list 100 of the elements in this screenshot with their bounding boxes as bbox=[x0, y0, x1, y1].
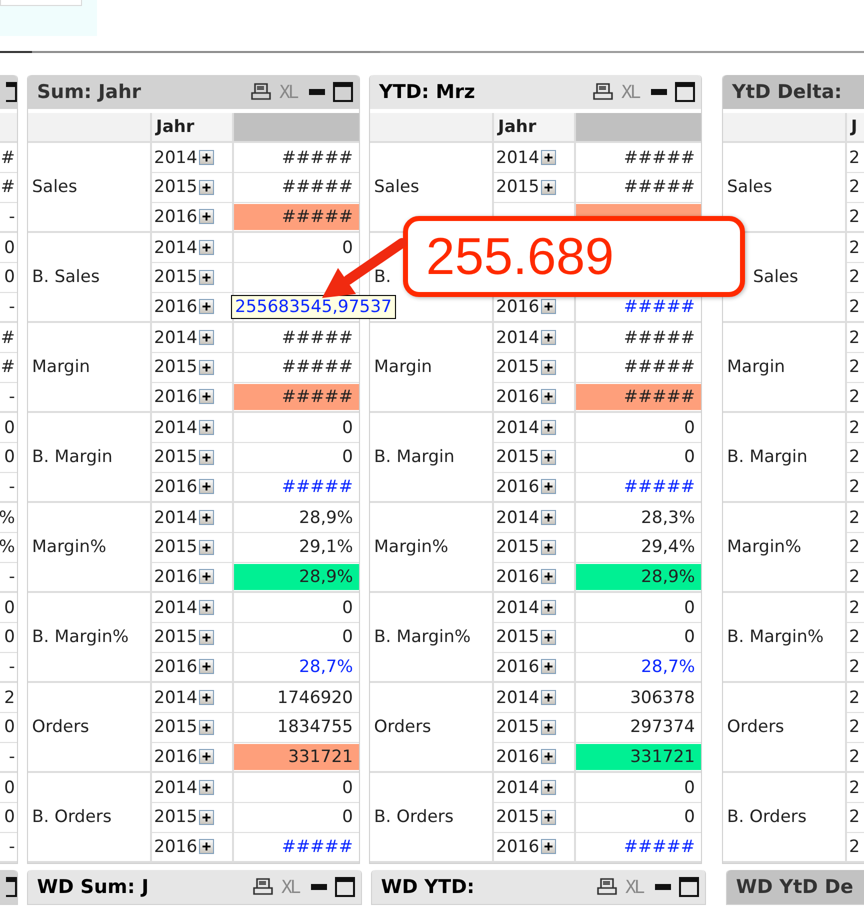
value-cell-text: 297374 bbox=[629, 716, 696, 740]
expand-icon[interactable] bbox=[199, 749, 214, 764]
year-cell-text: 2 bbox=[848, 537, 860, 558]
year-cell-text: 2014 bbox=[495, 328, 540, 348]
value-cell-text: ##### bbox=[622, 476, 696, 499]
maximize-icon[interactable] bbox=[333, 82, 353, 102]
year-cell-text: 2014 bbox=[495, 148, 540, 168]
year-cell-text: 2 bbox=[848, 598, 860, 618]
expand-icon[interactable] bbox=[541, 360, 556, 375]
expand-icon[interactable] bbox=[199, 360, 214, 375]
expand-icon[interactable] bbox=[199, 299, 214, 314]
year-cell-text: 2 bbox=[848, 386, 860, 407]
row-label: Margin bbox=[370, 323, 494, 411]
value-cell-text: 29,1% bbox=[298, 536, 354, 560]
value-cell-text: 0 bbox=[683, 596, 696, 620]
expand-icon[interactable] bbox=[199, 569, 214, 584]
value-cell-text: 28,3% bbox=[640, 506, 696, 530]
row-label: B. Orders bbox=[28, 773, 152, 861]
excel-export-button[interactable]: XL bbox=[281, 876, 299, 898]
expand-icon[interactable] bbox=[541, 540, 556, 555]
expand-icon[interactable] bbox=[199, 479, 214, 494]
expand-icon[interactable] bbox=[199, 150, 214, 166]
expand-icon[interactable] bbox=[541, 299, 556, 314]
expand-icon[interactable] bbox=[199, 420, 214, 436]
expand-icon[interactable] bbox=[541, 780, 556, 796]
value-cell-text: ##### bbox=[622, 296, 696, 319]
maximize-icon[interactable] bbox=[335, 877, 355, 897]
year-cell-text: 2 bbox=[848, 508, 860, 528]
year-cell-text: 2016 bbox=[495, 656, 540, 677]
maximize-icon[interactable] bbox=[6, 82, 17, 102]
excel-export-button[interactable]: XL bbox=[625, 876, 643, 898]
expand-icon[interactable] bbox=[199, 600, 214, 616]
year-cell-text: 2015 bbox=[153, 267, 198, 288]
expand-icon[interactable] bbox=[199, 510, 214, 526]
value-cell-text: - bbox=[8, 476, 16, 499]
expand-icon[interactable] bbox=[199, 270, 214, 285]
expand-icon[interactable] bbox=[199, 180, 214, 195]
expand-icon[interactable] bbox=[541, 510, 556, 526]
expand-icon[interactable] bbox=[541, 720, 556, 735]
value-cell: ##### bbox=[234, 204, 359, 230]
print-icon[interactable] bbox=[593, 83, 614, 101]
expand-icon[interactable] bbox=[199, 690, 214, 706]
expand-icon[interactable] bbox=[541, 420, 556, 436]
expand-icon[interactable] bbox=[541, 839, 556, 854]
year-cell-text: 2 bbox=[848, 267, 860, 288]
value-cell-text: 28,7% bbox=[298, 656, 354, 679]
year-cell-text: 2 bbox=[848, 746, 860, 767]
expand-icon[interactable] bbox=[541, 630, 556, 645]
expand-icon[interactable] bbox=[541, 450, 556, 465]
expand-icon[interactable] bbox=[199, 630, 214, 645]
excel-export-button[interactable]: XL bbox=[279, 82, 297, 102]
expand-icon[interactable] bbox=[541, 600, 556, 616]
maximize-icon[interactable] bbox=[679, 877, 699, 897]
expand-icon[interactable] bbox=[199, 389, 214, 404]
year-cell-text: 2 bbox=[848, 206, 860, 227]
year-cell-text: 2015 bbox=[153, 717, 198, 738]
year-cell-text: 2016 bbox=[495, 296, 540, 317]
year-cell-text: 2015 bbox=[495, 717, 540, 738]
excel-export-button[interactable]: XL bbox=[621, 82, 639, 102]
value-cell-text: ##### bbox=[622, 326, 696, 350]
print-icon[interactable] bbox=[597, 878, 618, 896]
expand-icon[interactable] bbox=[199, 810, 214, 825]
year-cell-text: 2014 bbox=[153, 598, 198, 618]
print-icon[interactable] bbox=[253, 878, 274, 896]
expand-icon[interactable] bbox=[199, 209, 214, 224]
expand-icon[interactable] bbox=[541, 150, 556, 166]
value-cell-text: # bbox=[0, 176, 16, 200]
maximize-icon[interactable] bbox=[6, 877, 17, 897]
maximize-icon[interactable] bbox=[675, 82, 695, 102]
expand-icon[interactable] bbox=[199, 450, 214, 465]
expand-icon[interactable] bbox=[541, 659, 556, 674]
expand-icon[interactable] bbox=[199, 720, 214, 735]
expand-icon[interactable] bbox=[199, 330, 214, 346]
year-cell-text: 2 bbox=[848, 807, 860, 828]
year-cell-text: 2014 bbox=[153, 508, 198, 528]
expand-icon[interactable] bbox=[541, 180, 556, 195]
expand-icon[interactable] bbox=[199, 839, 214, 854]
value-cell-text: - bbox=[8, 206, 16, 229]
expand-icon[interactable] bbox=[541, 749, 556, 764]
expand-icon[interactable] bbox=[541, 810, 556, 825]
expand-icon[interactable] bbox=[541, 479, 556, 494]
expand-icon[interactable] bbox=[541, 389, 556, 404]
column-header: Jahr bbox=[494, 113, 576, 141]
year-cell-text: 2 bbox=[848, 688, 860, 708]
expand-icon[interactable] bbox=[199, 540, 214, 555]
value-cell-text: 0 bbox=[683, 446, 696, 470]
expand-icon[interactable] bbox=[199, 780, 214, 796]
expand-icon[interactable] bbox=[199, 659, 214, 674]
row-label: Orders bbox=[28, 683, 152, 771]
expand-icon[interactable] bbox=[541, 690, 556, 706]
year-cell-text: 2 bbox=[848, 717, 860, 738]
expand-icon[interactable] bbox=[541, 330, 556, 346]
year-cell-text: 2016 bbox=[495, 476, 540, 497]
year-cell-text: 2014 bbox=[495, 598, 540, 618]
print-icon[interactable] bbox=[251, 83, 272, 101]
value-cell-text: 0 bbox=[341, 776, 354, 800]
expand-icon[interactable] bbox=[541, 569, 556, 584]
year-cell-text: 2014 bbox=[495, 688, 540, 708]
row-label: Margin bbox=[28, 323, 152, 411]
expand-icon[interactable] bbox=[199, 240, 214, 256]
